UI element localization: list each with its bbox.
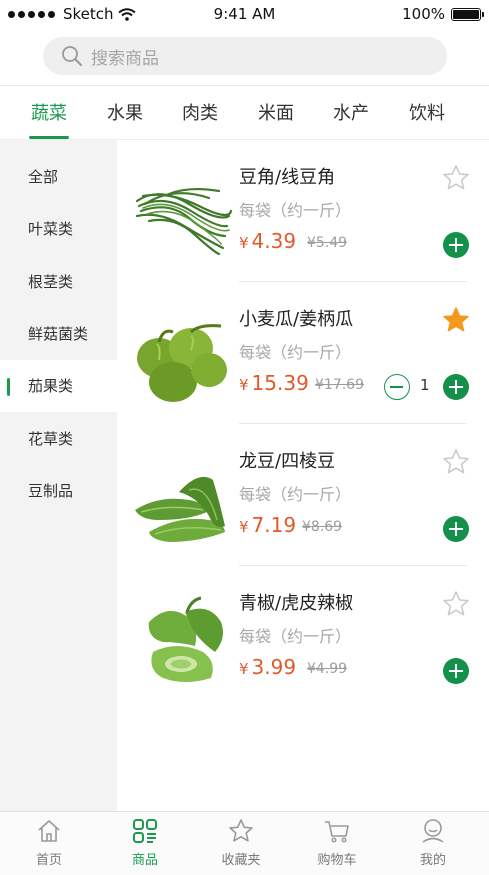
product-image — [148, 596, 223, 682]
cart-icon — [325, 821, 349, 843]
favorite-star-icon[interactable] — [442, 164, 470, 192]
product-card[interactable]: 龙豆/四棱豆 每袋（约一斤） ¥7.19 ¥8.69 — [117, 424, 489, 566]
product-image — [135, 187, 233, 256]
nav-home[interactable]: 首页 — [0, 812, 98, 875]
nav-home-label: 首页 — [35, 853, 62, 868]
search-placeholder: 搜索商品 — [91, 48, 159, 69]
nav-profile-label: 我的 — [419, 853, 446, 868]
price-value: 7.19 — [251, 513, 297, 537]
tab-meat[interactable]: 肉类 — [182, 99, 218, 139]
product-price: ¥3.99 — [239, 655, 296, 679]
original-price: ¥4.99 — [307, 661, 348, 677]
home-icon — [38, 820, 60, 842]
product-image — [135, 476, 225, 542]
tab-drinks[interactable]: 饮料 — [409, 99, 445, 139]
battery-area: 100% — [402, 5, 484, 23]
favorite-star-icon[interactable] — [442, 306, 470, 334]
sidebar-item-root[interactable]: 根茎类 — [0, 256, 117, 308]
add-to-cart-button[interactable] — [443, 516, 469, 542]
sidebar-item-tofu[interactable]: 豆制品 — [0, 465, 117, 517]
nav-products-label: 商品 — [131, 853, 158, 868]
product-name: 青椒/虎皮辣椒 — [239, 593, 354, 614]
product-image — [137, 324, 227, 402]
favorite-star-icon[interactable] — [442, 448, 470, 476]
subcategory-sidebar: 全部 叶菜类 根茎类 鲜菇菌类 茄果类 花草类 豆制品 — [0, 140, 117, 811]
add-to-cart-button[interactable] — [443, 232, 469, 258]
tab-rice-noodles[interactable]: 米面 — [258, 99, 294, 139]
add-to-cart-button[interactable] — [443, 374, 469, 400]
battery-icon — [451, 7, 484, 21]
sidebar-item-solanaceous[interactable]: 茄果类 — [0, 360, 117, 412]
tab-vegetables[interactable]: 蔬菜 — [29, 99, 69, 139]
product-card[interactable]: 豆角/线豆角 每袋（约一斤） ¥4.39 ¥5.49 — [117, 140, 489, 282]
nav-products[interactable]: 商品 — [96, 812, 194, 875]
currency-symbol: ¥ — [239, 518, 249, 536]
tab-fruits[interactable]: 水果 — [107, 99, 143, 139]
currency-symbol: ¥ — [239, 234, 249, 252]
original-price: ¥17.69 — [315, 377, 364, 393]
original-price: ¥5.49 — [307, 235, 348, 251]
product-name: 豆角/线豆角 — [239, 167, 336, 188]
product-card[interactable]: 青椒/虎皮辣椒 每袋（约一斤） ¥3.99 ¥4.99 — [117, 566, 489, 708]
product-unit: 每袋（约一斤） — [239, 201, 352, 220]
product-unit: 每袋（约一斤） — [239, 627, 352, 646]
category-tabs: 蔬菜 水果 肉类 米面 水产 饮料 — [0, 86, 489, 140]
decrease-quantity-button[interactable] — [384, 374, 410, 400]
nav-cart-label: 购物车 — [317, 853, 357, 868]
sidebar-item-all[interactable]: 全部 — [0, 151, 117, 203]
product-price: ¥7.19 — [239, 513, 296, 537]
product-name: 龙豆/四棱豆 — [239, 451, 336, 472]
grid-icon — [133, 819, 157, 843]
product-price: ¥4.39 — [239, 229, 296, 253]
nav-cart[interactable]: 购物车 — [288, 812, 386, 875]
nav-favorites-label: 收藏夹 — [221, 853, 261, 868]
price-value: 4.39 — [251, 229, 297, 253]
product-unit: 每袋（约一斤） — [239, 343, 352, 362]
tab-seafood[interactable]: 水产 — [333, 99, 369, 139]
nav-profile[interactable]: 我的 — [384, 812, 482, 875]
product-unit: 每袋（约一斤） — [239, 485, 352, 504]
status-bar: Sketch 9:41 AM 100% — [0, 0, 489, 28]
star-icon — [229, 819, 253, 842]
favorite-star-icon[interactable] — [442, 590, 470, 618]
sidebar-item-mushroom[interactable]: 鲜菇菌类 — [0, 308, 117, 360]
product-price: ¥15.39 — [239, 371, 309, 395]
product-card[interactable]: 小麦瓜/姜柄瓜 每袋（约一斤） ¥15.39 ¥17.69 1 — [117, 282, 489, 424]
bottom-tab-bar: 首页 商品 收藏夹 购物车 我的 — [0, 811, 489, 875]
sidebar-item-leafy[interactable]: 叶菜类 — [0, 203, 117, 255]
currency-symbol: ¥ — [239, 660, 249, 678]
product-name: 小麦瓜/姜柄瓜 — [239, 309, 354, 330]
add-to-cart-button[interactable] — [443, 658, 469, 684]
search-bar[interactable]: 搜索商品 — [43, 37, 447, 75]
original-price: ¥8.69 — [302, 519, 343, 535]
currency-symbol: ¥ — [239, 376, 249, 394]
search-icon — [62, 46, 82, 66]
quantity-value: 1 — [420, 376, 430, 394]
price-value: 15.39 — [251, 371, 309, 395]
price-value: 3.99 — [251, 655, 297, 679]
battery-percent: 100% — [402, 5, 445, 23]
nav-favorites[interactable]: 收藏夹 — [192, 812, 290, 875]
profile-icon — [422, 819, 444, 843]
app-screen: Sketch 9:41 AM 100% 搜索商品 蔬菜 水果 肉类 米面 水产 … — [0, 0, 489, 875]
sidebar-item-flowers[interactable]: 花草类 — [0, 413, 117, 465]
